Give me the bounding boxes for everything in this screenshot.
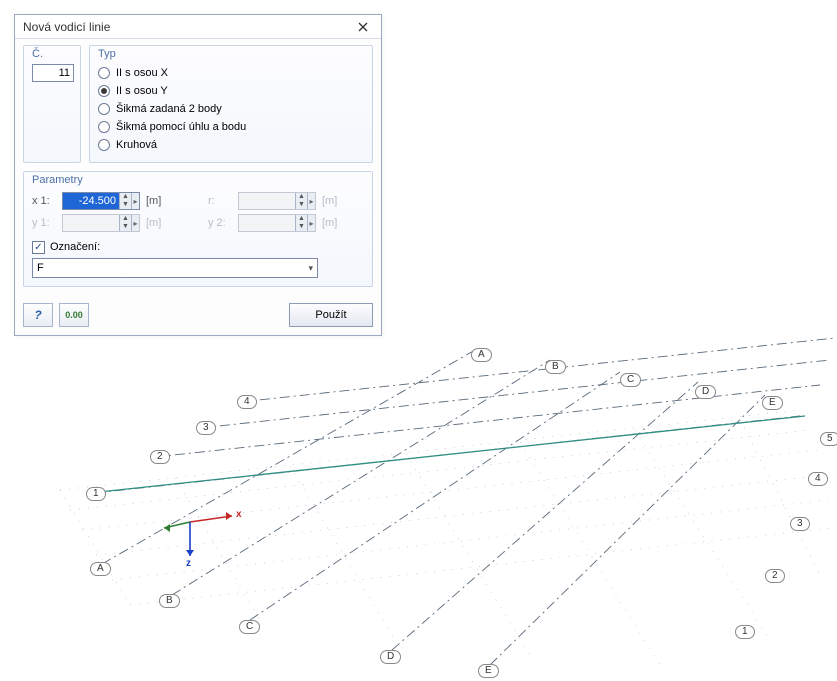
mark-label: Označení: xyxy=(50,241,100,253)
x1-slider[interactable]: ▸ xyxy=(131,193,139,209)
grid-label-number-left: 2 xyxy=(150,450,170,464)
y1-spin-down: ▼ xyxy=(119,223,131,231)
mark-combo-value: F xyxy=(37,262,308,274)
type-panel-title: Typ xyxy=(98,48,364,60)
y2-spinbox: ▲▼ ▸ xyxy=(238,214,316,232)
grid-label-number-left: 4 xyxy=(237,395,257,409)
grid-label-letter-top: A xyxy=(471,348,492,362)
r-label: r: xyxy=(208,195,232,207)
units-button[interactable]: 0.00 xyxy=(59,303,89,327)
y2-label: y 2: xyxy=(208,217,232,229)
y1-spin-up: ▲ xyxy=(119,215,131,223)
help-button[interactable]: ? xyxy=(23,303,53,327)
grid-label-letter-top: E xyxy=(762,396,783,410)
r-spin-up: ▲ xyxy=(295,193,307,201)
radio-icon xyxy=(98,67,110,79)
radio-label: II s osou Y xyxy=(116,85,168,97)
y1-input xyxy=(63,215,119,231)
mark-combo[interactable]: F ▾ xyxy=(32,258,318,278)
number-panel-title: Č. xyxy=(32,48,72,60)
grid-label-letter-bottom: B xyxy=(159,594,180,608)
radio-icon xyxy=(98,139,110,151)
r-spin-down: ▼ xyxy=(295,201,307,209)
close-button[interactable] xyxy=(349,17,377,37)
radio-label: Šikmá pomocí úhlu a bodu xyxy=(116,121,246,133)
apply-button[interactable]: Použít xyxy=(289,303,373,327)
grid-label-letter-bottom: E xyxy=(478,664,499,678)
ruler-icon: 0.00 xyxy=(65,310,83,320)
axis-x-label: x xyxy=(236,509,242,520)
help-icon: ? xyxy=(34,308,41,322)
grid-label-letter-bottom: A xyxy=(90,562,111,576)
radio-oblique-angle[interactable]: Šikmá pomocí úhlu a bodu xyxy=(98,118,364,136)
grid-label-number-left: 1 xyxy=(86,487,106,501)
grid-label-letter-bottom: D xyxy=(380,650,401,664)
number-input[interactable] xyxy=(32,64,74,82)
dialog-title: Nová vodicí linie xyxy=(23,20,349,34)
y2-slider: ▸ xyxy=(307,215,315,231)
x1-spin-up[interactable]: ▲ xyxy=(119,193,131,201)
x1-spin-down[interactable]: ▼ xyxy=(119,201,131,209)
radio-circular[interactable]: Kruhová xyxy=(98,136,364,154)
y1-slider: ▸ xyxy=(131,215,139,231)
number-panel: Č. xyxy=(23,45,81,163)
radio-parallel-x[interactable]: II s osou X xyxy=(98,64,364,82)
axis-z-label: z xyxy=(186,558,191,569)
r-spinbox: ▲▼ ▸ xyxy=(238,192,316,210)
titlebar[interactable]: Nová vodicí linie xyxy=(15,15,381,39)
parameters-panel: Parametry x 1: ▲ ▼ ▸ [m] r: ▲▼ ▸ xyxy=(23,171,373,287)
type-panel: Typ II s osou X II s osou Y Šikmá zadaná… xyxy=(89,45,373,163)
close-icon xyxy=(358,22,368,32)
radio-icon xyxy=(98,103,110,115)
r-unit: [m] xyxy=(322,195,344,207)
parameters-panel-title: Parametry xyxy=(32,174,364,186)
grid-label-number-right: 4 xyxy=(808,472,828,486)
radio-label: Šikmá zadaná 2 body xyxy=(116,103,222,115)
radio-oblique-2points[interactable]: Šikmá zadaná 2 body xyxy=(98,100,364,118)
x1-input[interactable] xyxy=(63,193,119,209)
radio-parallel-y[interactable]: II s osou Y xyxy=(98,82,364,100)
grid-label-letter-bottom: C xyxy=(239,620,260,634)
y1-unit: [m] xyxy=(146,217,168,229)
y2-spin-up: ▲ xyxy=(295,215,307,223)
grid-label-number-right: 3 xyxy=(790,517,810,531)
mark-checkbox[interactable]: ✓ xyxy=(32,241,45,254)
radio-label: II s osou X xyxy=(116,67,168,79)
grid-label-letter-top: B xyxy=(545,360,566,374)
y2-unit: [m] xyxy=(322,217,344,229)
grid-label-number-left: 3 xyxy=(196,421,216,435)
radio-icon xyxy=(98,85,110,97)
grid-label-letter-top: C xyxy=(620,373,641,387)
grid-label-letter-top: D xyxy=(695,385,716,399)
chevron-down-icon: ▾ xyxy=(308,263,313,274)
y1-spinbox: ▲▼ ▸ xyxy=(62,214,140,232)
x1-spinbox[interactable]: ▲ ▼ ▸ xyxy=(62,192,140,210)
grid-label-number-right: 1 xyxy=(735,625,755,639)
radio-label: Kruhová xyxy=(116,139,157,151)
grid-label-number-right: 5 xyxy=(820,432,837,446)
x1-unit: [m] xyxy=(146,195,168,207)
y2-input xyxy=(239,215,295,231)
radio-icon xyxy=(98,121,110,133)
new-guideline-dialog: Nová vodicí linie Č. Typ II s osou X II … xyxy=(14,14,382,336)
r-slider: ▸ xyxy=(307,193,315,209)
grid-label-number-right: 2 xyxy=(765,569,785,583)
x1-label: x 1: xyxy=(32,195,56,207)
y1-label: y 1: xyxy=(32,217,56,229)
r-input xyxy=(239,193,295,209)
y2-spin-down: ▼ xyxy=(295,223,307,231)
